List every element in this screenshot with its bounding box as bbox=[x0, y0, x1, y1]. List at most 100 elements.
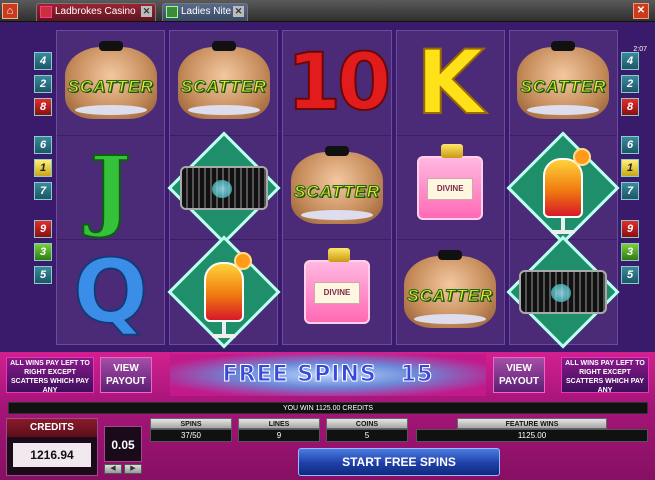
letter-symbol-k: K bbox=[415, 30, 485, 134]
payline-indicator[interactable]: 3 bbox=[34, 243, 52, 261]
scatter-word: SCATTER bbox=[293, 181, 380, 201]
payline-indicator[interactable]: 9 bbox=[34, 220, 52, 238]
tab-ladbrokes-casino[interactable]: Ladbrokes Casino ✕ bbox=[36, 3, 156, 21]
scatter-symbol: SCATTER bbox=[177, 40, 270, 119]
view-payout-button-left[interactable]: VIEW PAYOUT bbox=[100, 357, 152, 393]
tray-icon bbox=[74, 104, 147, 115]
tab-label: Ladbrokes Casino bbox=[55, 6, 136, 17]
reel-cell: SCATTER bbox=[57, 31, 165, 136]
bowtie-icon bbox=[325, 145, 349, 156]
payline-indicator[interactable]: 6 bbox=[34, 136, 52, 154]
game-tab-icon bbox=[166, 6, 178, 18]
view-payout-button-right[interactable]: VIEW PAYOUT bbox=[493, 357, 545, 393]
free-spins-count: 15 bbox=[400, 362, 434, 388]
scatter-waiter-icon: SCATTER bbox=[177, 40, 270, 119]
payline-indicator[interactable]: 5 bbox=[621, 266, 639, 284]
payline-indicator[interactable]: 8 bbox=[34, 98, 52, 116]
reel-cell: SCATTER bbox=[283, 136, 391, 241]
win-message: YOU WIN 1125.00 CREDITS bbox=[8, 402, 648, 414]
home-icon[interactable]: ⌂ bbox=[2, 3, 18, 19]
tab-label: Ladies Nite bbox=[181, 6, 232, 17]
orange-slice-icon bbox=[233, 252, 252, 271]
feature-wins-label: FEATURE WINS bbox=[457, 418, 607, 429]
perfume-symbol: DIVINE bbox=[417, 143, 484, 220]
tray-icon bbox=[527, 104, 600, 115]
reel-cell: SCATTER bbox=[397, 240, 504, 344]
spins-stat: SPINS 37/50 bbox=[150, 418, 232, 442]
feature-wins-stat: FEATURE WINS 1125.00 bbox=[416, 418, 648, 442]
scatter-word: SCATTER bbox=[180, 76, 267, 96]
coin-size-increase-button[interactable]: ▶ bbox=[124, 464, 142, 474]
reels: SCATTER J Q SCATTER 10 SCATTER DIVINE K DIVINE SC… bbox=[54, 30, 620, 349]
payline-indicator[interactable]: 2 bbox=[34, 75, 52, 93]
reel-5: SCATTER bbox=[506, 30, 620, 349]
credits-value: 1216.94 bbox=[13, 443, 91, 467]
payline-indicator[interactable]: 8 bbox=[621, 98, 639, 116]
scatter-waiter-icon: SCATTER bbox=[404, 250, 497, 329]
sparkle-icon bbox=[211, 179, 232, 198]
scatter-symbol: SCATTER bbox=[64, 40, 157, 119]
payline-indicator[interactable]: 7 bbox=[34, 182, 52, 200]
payline-indicator[interactable]: 5 bbox=[34, 266, 52, 284]
lines-value: 9 bbox=[238, 429, 320, 442]
payline-indicator[interactable]: 4 bbox=[34, 52, 52, 70]
bowtie-icon bbox=[551, 40, 576, 51]
scatter-symbol: SCATTER bbox=[404, 250, 497, 329]
pay-rules-info-right: ALL WINS PAY LEFT TO RIGHT EXCEPT SCATTE… bbox=[561, 357, 649, 394]
reel-3: 10 SCATTER DIVINE bbox=[282, 30, 392, 345]
payline-indicator[interactable]: 9 bbox=[621, 220, 639, 238]
lines-label: LINES bbox=[238, 418, 320, 429]
coins-value: 5 bbox=[326, 429, 408, 442]
reel-cell bbox=[506, 130, 620, 245]
reel-area: 2:07 4 2 8 6 1 7 9 3 5 4 2 8 6 1 7 9 3 5… bbox=[0, 22, 655, 352]
tab-ladies-nite[interactable]: Ladies Nite ✕ bbox=[162, 3, 248, 21]
close-tab-icon[interactable]: ✕ bbox=[233, 6, 244, 17]
spins-label: SPINS bbox=[150, 418, 232, 429]
free-spins-label: FREE SPINS bbox=[222, 362, 377, 388]
payline-indicator[interactable]: 2 bbox=[621, 75, 639, 93]
spins-value: 37/50 bbox=[150, 429, 232, 442]
cocktail-glass-icon bbox=[203, 252, 252, 323]
lines-stat: LINES 9 bbox=[238, 418, 320, 442]
payline-indicator[interactable]: 7 bbox=[621, 182, 639, 200]
coin-size-decrease-button[interactable]: ◀ bbox=[104, 464, 122, 474]
payline-indicators-right: 4 2 8 6 1 7 9 3 5 bbox=[621, 52, 639, 289]
window-close-button[interactable]: ✕ bbox=[633, 3, 649, 19]
reel-cell: SCATTER bbox=[170, 31, 278, 136]
cocktail-symbol bbox=[203, 252, 252, 339]
cocktail-glass-icon bbox=[543, 147, 592, 218]
reel-cell: DIVINE bbox=[396, 136, 504, 241]
payline-indicator[interactable]: 4 bbox=[621, 52, 639, 70]
sparkle-icon bbox=[551, 284, 572, 303]
reel-2: SCATTER bbox=[167, 30, 281, 349]
bowtie-icon bbox=[98, 40, 123, 51]
control-panel: ALL WINS PAY LEFT TO RIGHT EXCEPT SCATTE… bbox=[0, 352, 655, 480]
reel-cell: 10 bbox=[283, 31, 392, 136]
scatter-word: SCATTER bbox=[67, 76, 154, 96]
perfume-bottle-icon: DIVINE bbox=[304, 248, 370, 325]
payline-indicator[interactable]: 1 bbox=[34, 159, 52, 177]
credits-display: CREDITS 1216.94 bbox=[6, 418, 98, 476]
reel-4: K DIVINE SCATTER bbox=[395, 30, 505, 345]
payline-indicator[interactable]: 1 bbox=[621, 159, 639, 177]
reel-cell: Q bbox=[57, 240, 164, 344]
close-tab-icon[interactable]: ✕ bbox=[141, 6, 152, 17]
start-free-spins-button[interactable]: START FREE SPINS bbox=[298, 448, 500, 476]
tab-bar: ⌂ Ladbrokes Casino ✕ Ladies Nite ✕ ✕ bbox=[0, 0, 655, 22]
scatter-symbol: SCATTER bbox=[517, 40, 610, 119]
payline-indicator[interactable]: 3 bbox=[621, 243, 639, 261]
game-window: ⌂ Ladbrokes Casino ✕ Ladies Nite ✕ ✕ 2:0… bbox=[0, 0, 655, 480]
glitter-purse-symbol bbox=[179, 165, 268, 210]
bottle-cap bbox=[328, 248, 350, 263]
casino-tab-icon bbox=[40, 6, 52, 18]
letter-symbol-q: Q bbox=[72, 240, 149, 344]
bowtie-icon bbox=[438, 250, 463, 261]
reel-cell: SCATTER bbox=[509, 31, 618, 136]
bowtie-icon bbox=[211, 40, 236, 51]
scatter-waiter-icon: SCATTER bbox=[291, 145, 383, 224]
reel-cell: J bbox=[57, 136, 165, 241]
payline-indicator[interactable]: 6 bbox=[621, 136, 639, 154]
perfume-bottle-icon: DIVINE bbox=[417, 143, 484, 220]
purse-icon bbox=[519, 270, 608, 315]
feature-wins-value: 1125.00 bbox=[416, 429, 648, 442]
